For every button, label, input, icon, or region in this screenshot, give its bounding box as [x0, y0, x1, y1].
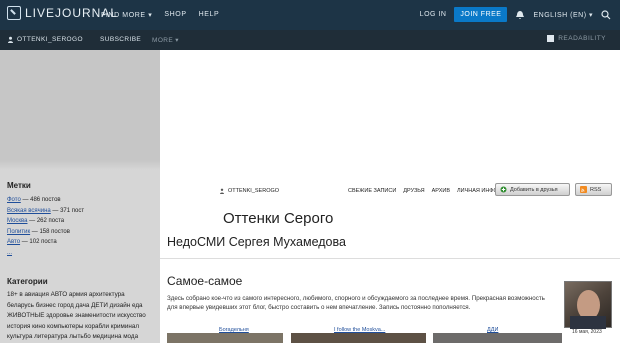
journal-content: OTTENKI_SEROGO СВЕЖИЕ ЗАПИСИ ДРУЗЬЯ АРХИ… — [160, 182, 620, 343]
journal-header — [160, 50, 620, 232]
tag-count: — 486 постов — [20, 197, 61, 203]
journal-subtitle: НедоСМИ Сергея Мухамедова — [167, 235, 346, 249]
more-tags-link[interactable]: ... — [7, 250, 12, 256]
tags-list: Фото — 486 постов Всякая всячина — 371 п… — [7, 195, 84, 258]
help-link[interactable]: HELP — [199, 11, 220, 19]
user-icon — [8, 36, 13, 43]
recent-posts-link[interactable]: СВЕЖИЕ ЗАПИСИ — [348, 188, 396, 194]
tag-item: ... — [7, 248, 84, 259]
language-selector[interactable]: ENGLISH (EN) ▾ — [533, 11, 593, 19]
tag-link[interactable]: Москва — [7, 218, 27, 224]
readability-toggle[interactable]: READABILITY — [547, 35, 606, 42]
thumbnail-label[interactable]: ДДИ — [487, 327, 498, 333]
description-line: для впервые увидевших этот блог, быстро … — [167, 304, 471, 312]
featured-description: Здесь собрано кое-что из самого интересн… — [167, 294, 562, 312]
thumbnail-moskva[interactable] — [291, 333, 426, 343]
tag-count: — 371 пост — [50, 207, 85, 214]
tag-item: Авто — 102 поста — [7, 237, 84, 248]
tag-item: Москва — 262 поста — [7, 216, 84, 227]
account-actions: LOG IN JOIN FREE ENGLISH (EN) ▾ — [420, 7, 611, 22]
readability-label: READABILITY — [558, 35, 606, 42]
tag-count: — 262 поста — [27, 218, 65, 224]
journal-username-link[interactable]: OTTENKI_SEROGO — [7, 36, 83, 43]
categories-line[interactable]: история кино компьютеры корабли криминал — [7, 322, 157, 333]
description-line: Здесь собрано кое-что из самого интересн… — [167, 295, 545, 302]
categories-line[interactable]: 18+ в авиация АВТО армия архитектура — [7, 290, 157, 301]
journal-title: Оттенки Серого — [223, 210, 334, 227]
tag-link[interactable]: Политик — [7, 229, 30, 235]
join-free-button[interactable]: JOIN FREE — [454, 7, 508, 22]
categories-line[interactable]: культура литература лытьбо медицина мода — [7, 332, 157, 343]
tag-link[interactable]: Авто — [7, 239, 20, 245]
header-divider — [160, 258, 620, 259]
tag-link[interactable]: Всякая всячина — [7, 208, 51, 214]
tag-item: Фото — 486 постов — [7, 195, 84, 206]
featured-thumbnails: Богадельня I follow the Moskva... ДДИ — [167, 327, 562, 343]
tag-count: — 158 постов — [30, 228, 70, 235]
add-friend-label: Добавить в друзья — [510, 186, 558, 193]
header-username: OTTENKI_SEROGO — [228, 188, 280, 194]
user-icon — [220, 188, 224, 194]
top-navigation: LIVEJOURNAL FIND MORE ▾ SHOP HELP LOG IN… — [0, 0, 620, 30]
sidebar-top-panel — [0, 50, 160, 160]
journal-bar: OTTENKI_SEROGO SUBSCRIBE MORE ▾ READABIL… — [0, 30, 620, 50]
categories-line[interactable]: беларусь бизнес город дача ДЕТИ дизайн е… — [7, 301, 157, 312]
more-menu[interactable]: MORE ▾ — [152, 36, 179, 44]
top-nav-links: FIND MORE ▾ SHOP HELP — [101, 11, 219, 19]
shop-link[interactable]: SHOP — [164, 11, 186, 19]
categories-heading: Категории — [7, 277, 48, 286]
friends-link[interactable]: ДРУЗЬЯ — [403, 188, 424, 194]
left-sidebar: Метки Фото — 486 постов Всякая всячина —… — [0, 50, 160, 343]
rss-button[interactable]: RSS — [575, 183, 612, 196]
login-link[interactable]: LOG IN — [420, 11, 447, 18]
tag-count: — 102 поста — [20, 239, 57, 245]
tag-link[interactable]: Фото — [7, 197, 21, 203]
post-author-avatar[interactable] — [564, 281, 612, 329]
livejournal-logo-icon — [7, 6, 21, 20]
subscribe-link[interactable]: SUBSCRIBE — [100, 36, 141, 43]
tags-heading: Метки — [7, 181, 31, 190]
thumbnail-bogadelnya[interactable] — [167, 333, 283, 343]
readability-checkbox[interactable] — [547, 35, 555, 42]
bell-icon[interactable] — [515, 10, 525, 20]
rss-label: RSS — [590, 186, 602, 193]
post-date: 16 мая, 2023 — [572, 329, 602, 335]
tag-item: Политик — 158 постов — [7, 227, 84, 238]
archive-link[interactable]: АРХИВ — [432, 188, 450, 194]
thumbnail-label[interactable]: I follow the Moskva... — [334, 327, 385, 333]
search-icon[interactable] — [601, 9, 611, 20]
categories-line[interactable]: ЖИВОТНЫЕ здоровье знаменитости искусство — [7, 311, 157, 322]
header-username-link[interactable]: OTTENKI_SEROGO — [219, 188, 279, 194]
add-friend-icon — [500, 186, 507, 193]
section-title: Самое-самое — [167, 274, 243, 288]
categories-list: 18+ в авиация АВТО армия архитектура бел… — [7, 290, 157, 343]
find-more-menu[interactable]: FIND MORE ▾ — [101, 11, 152, 19]
thumbnail-label[interactable]: Богадельня — [219, 327, 249, 333]
rss-icon — [580, 186, 587, 193]
journal-username: OTTENKI_SEROGO — [17, 36, 83, 43]
sidebar-gradient — [0, 160, 160, 170]
add-friend-button[interactable]: Добавить в друзья — [495, 183, 570, 196]
tag-item: Всякая всячина — 371 пост — [7, 206, 84, 217]
avatar-shirt — [570, 316, 606, 329]
thumbnail-ddi[interactable] — [433, 333, 562, 343]
